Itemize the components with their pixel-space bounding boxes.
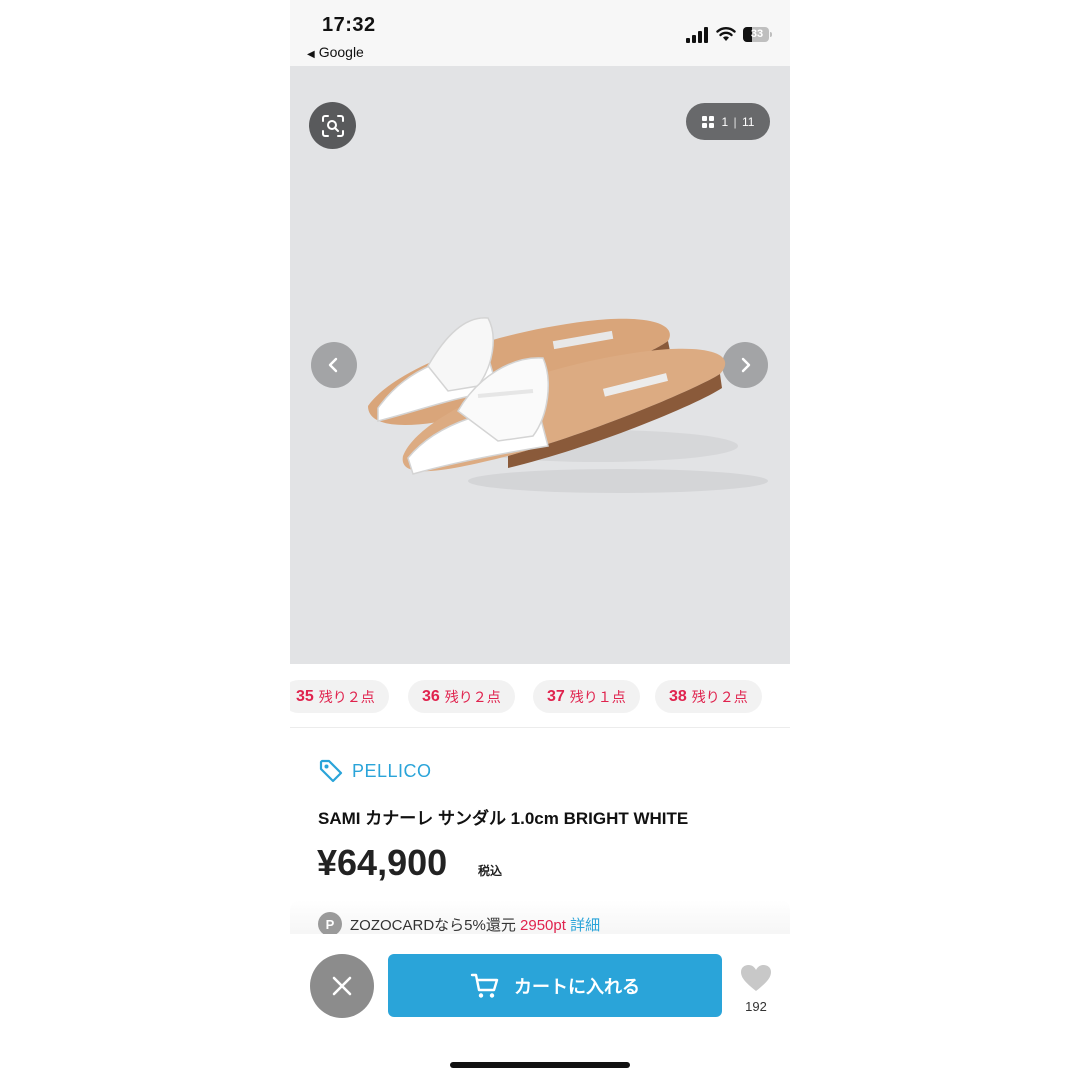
status-bar: 17:32 ◀ Google 33	[290, 0, 790, 66]
promo-points: 2950pt	[520, 916, 566, 934]
brand-link[interactable]: PELLICO	[318, 758, 432, 784]
promo-text: ZOZOCARDなら5%還元	[350, 916, 516, 934]
close-button[interactable]	[310, 954, 374, 1018]
section-divider	[290, 727, 790, 728]
add-to-cart-label: カートに入れる	[514, 976, 640, 997]
heart-icon	[741, 965, 771, 991]
cart-icon	[470, 973, 499, 998]
points-icon: P	[318, 912, 342, 936]
image-counter-separator: |	[733, 114, 737, 129]
image-counter-button[interactable]: 1 | 11	[686, 103, 770, 140]
size-chip[interactable]: 35 残り２点	[290, 680, 389, 713]
home-indicator	[450, 1062, 630, 1068]
size-stock: 残り２点	[318, 688, 375, 705]
visual-search-icon	[321, 114, 344, 137]
size-number: 35	[296, 687, 314, 705]
size-stock: 残り２点	[691, 688, 748, 705]
status-time: 17:32	[322, 14, 376, 36]
tag-icon	[319, 759, 343, 783]
chevron-left-icon	[328, 357, 338, 373]
tax-included-label: 税込	[478, 864, 503, 878]
product-photo-sandals	[368, 317, 768, 493]
product-image-gallery[interactable]: 1 | 11	[290, 66, 790, 664]
size-selector: 35 残り２点 36 残り２点 37 残り１点 38 残り２点	[290, 680, 790, 716]
favorite-count: 192	[745, 999, 767, 1014]
bottom-action-bar: カートに入れる 192	[290, 934, 790, 1080]
promo-detail-link[interactable]: 詳細	[570, 917, 600, 934]
visual-search-button[interactable]	[309, 102, 356, 149]
size-stock: 残り１点	[569, 688, 626, 705]
battery-icon: 33	[743, 27, 773, 43]
size-number: 37	[547, 687, 565, 705]
close-icon	[332, 976, 352, 996]
favorite-button[interactable]: 192	[740, 964, 772, 1014]
add-to-cart-button[interactable]: カートに入れる	[388, 954, 722, 1017]
battery-level: 33	[750, 28, 764, 40]
product-price: ¥64,900	[317, 842, 448, 883]
back-to-google-link[interactable]: ◀ Google	[307, 44, 364, 60]
wifi-icon	[716, 27, 736, 41]
phone-screen: 17:32 ◀ Google 33 1 | 11 35 残り２点 36 残り２点…	[290, 0, 790, 1080]
size-chip[interactable]: 36 残り２点	[408, 680, 515, 713]
grid-icon	[701, 115, 714, 128]
back-arrow-icon: ◀	[307, 49, 315, 60]
cellular-signal-icon	[686, 27, 708, 43]
points-promo: P ZOZOCARDなら5%還元 2950pt 詳細	[318, 912, 600, 936]
image-total-count: 11	[742, 114, 755, 129]
size-chip[interactable]: 38 残り２点	[655, 680, 762, 713]
image-current-index: 1	[721, 114, 729, 129]
brand-name: PELLICO	[352, 760, 432, 781]
size-number: 38	[669, 687, 687, 705]
product-title: SAMI カナーレ サンダル 1.0cm BRIGHT WHITE	[318, 809, 689, 828]
back-label: Google	[318, 44, 364, 60]
size-number: 36	[422, 687, 440, 705]
size-chip[interactable]: 37 残り１点	[533, 680, 640, 713]
size-stock: 残り２点	[444, 688, 501, 705]
